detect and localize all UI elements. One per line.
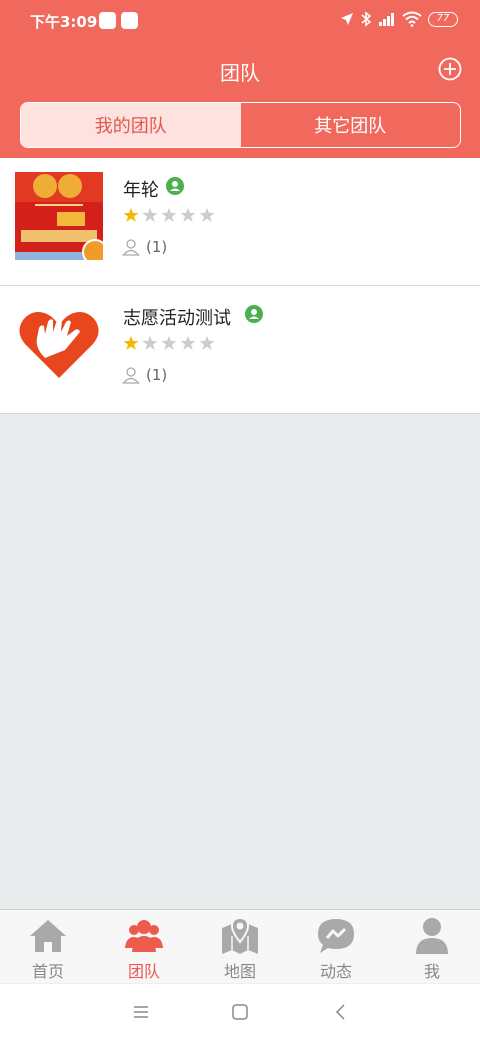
member-icon xyxy=(122,239,140,256)
home-icon xyxy=(30,920,66,952)
tab-label: 首页 xyxy=(31,962,64,981)
tab-map[interactable]: 地图 xyxy=(192,910,288,983)
tab-label: 动态 xyxy=(319,962,352,981)
team-icon xyxy=(125,920,163,952)
add-team-button[interactable] xyxy=(438,57,462,81)
user-icon xyxy=(416,918,448,954)
page-title: 团队 xyxy=(220,61,260,85)
wifi-icon xyxy=(402,11,422,27)
member-count: (1) xyxy=(122,238,167,256)
member-icon xyxy=(122,367,140,384)
battery-indicator: 77 xyxy=(428,11,458,27)
bottom-tab-bar: 首页 团队 地图 动态 我 xyxy=(0,909,480,983)
team-item-nianlun[interactable]: 年轮 (1) xyxy=(0,158,480,286)
app-header: 下午3:09 77 团队 我的团队 其它团队 xyxy=(0,0,480,158)
team-name: 年轮 xyxy=(123,180,159,201)
tab-home[interactable]: 首页 xyxy=(0,910,96,983)
team-avatar xyxy=(15,300,103,388)
menu-icon[interactable] xyxy=(131,1002,151,1022)
star-empty-icon xyxy=(142,208,158,222)
new-year-poster-image xyxy=(15,172,103,260)
team-item-volunteer[interactable]: 志愿活动测试 (1) xyxy=(0,286,480,414)
star-filled-icon xyxy=(123,336,139,350)
tab-my-teams[interactable]: 我的团队 xyxy=(21,103,241,147)
team-avatar xyxy=(15,172,103,260)
verified-icon xyxy=(245,305,263,323)
member-count: (1) xyxy=(122,366,167,384)
star-empty-icon xyxy=(180,208,196,222)
bluetooth-icon xyxy=(361,11,372,27)
star-empty-icon xyxy=(161,336,177,350)
tab-feed[interactable]: 动态 xyxy=(288,910,384,983)
back-icon[interactable] xyxy=(331,1002,351,1022)
team-name: 志愿活动测试 xyxy=(123,308,231,329)
member-count-text: (1) xyxy=(146,238,168,256)
volunteer-heart-logo xyxy=(19,312,99,378)
tab-label: 地图 xyxy=(223,962,256,981)
star-empty-icon xyxy=(142,336,158,350)
verified-icon xyxy=(166,177,184,195)
member-count-text: (1) xyxy=(146,366,168,384)
download-notification-icon xyxy=(121,12,138,29)
rating-stars xyxy=(123,207,215,223)
tab-label: 我 xyxy=(423,962,440,981)
system-navigation-bar xyxy=(0,983,480,1040)
star-empty-icon xyxy=(180,336,196,350)
home-square-icon[interactable] xyxy=(230,1002,250,1022)
location-icon xyxy=(341,13,353,25)
star-empty-icon xyxy=(199,336,215,350)
status-time: 下午3:09 xyxy=(30,13,98,31)
star-filled-icon xyxy=(123,208,139,222)
star-empty-icon xyxy=(199,208,215,222)
signal-icon xyxy=(379,13,394,26)
star-empty-icon xyxy=(161,208,177,222)
status-bar: 下午3:09 77 xyxy=(0,0,480,42)
tab-other-teams[interactable]: 其它团队 xyxy=(241,103,461,147)
tab-team[interactable]: 团队 xyxy=(96,910,192,983)
team-segment-control: 我的团队 其它团队 xyxy=(20,102,461,148)
message-icon xyxy=(318,919,354,953)
team-list: 年轮 (1) 志愿活动测试 (1) xyxy=(0,158,480,414)
map-icon xyxy=(222,916,258,954)
app-notification-icon xyxy=(99,12,116,29)
rating-stars xyxy=(123,335,215,351)
tab-label: 团队 xyxy=(127,962,160,981)
tab-me[interactable]: 我 xyxy=(384,910,480,983)
